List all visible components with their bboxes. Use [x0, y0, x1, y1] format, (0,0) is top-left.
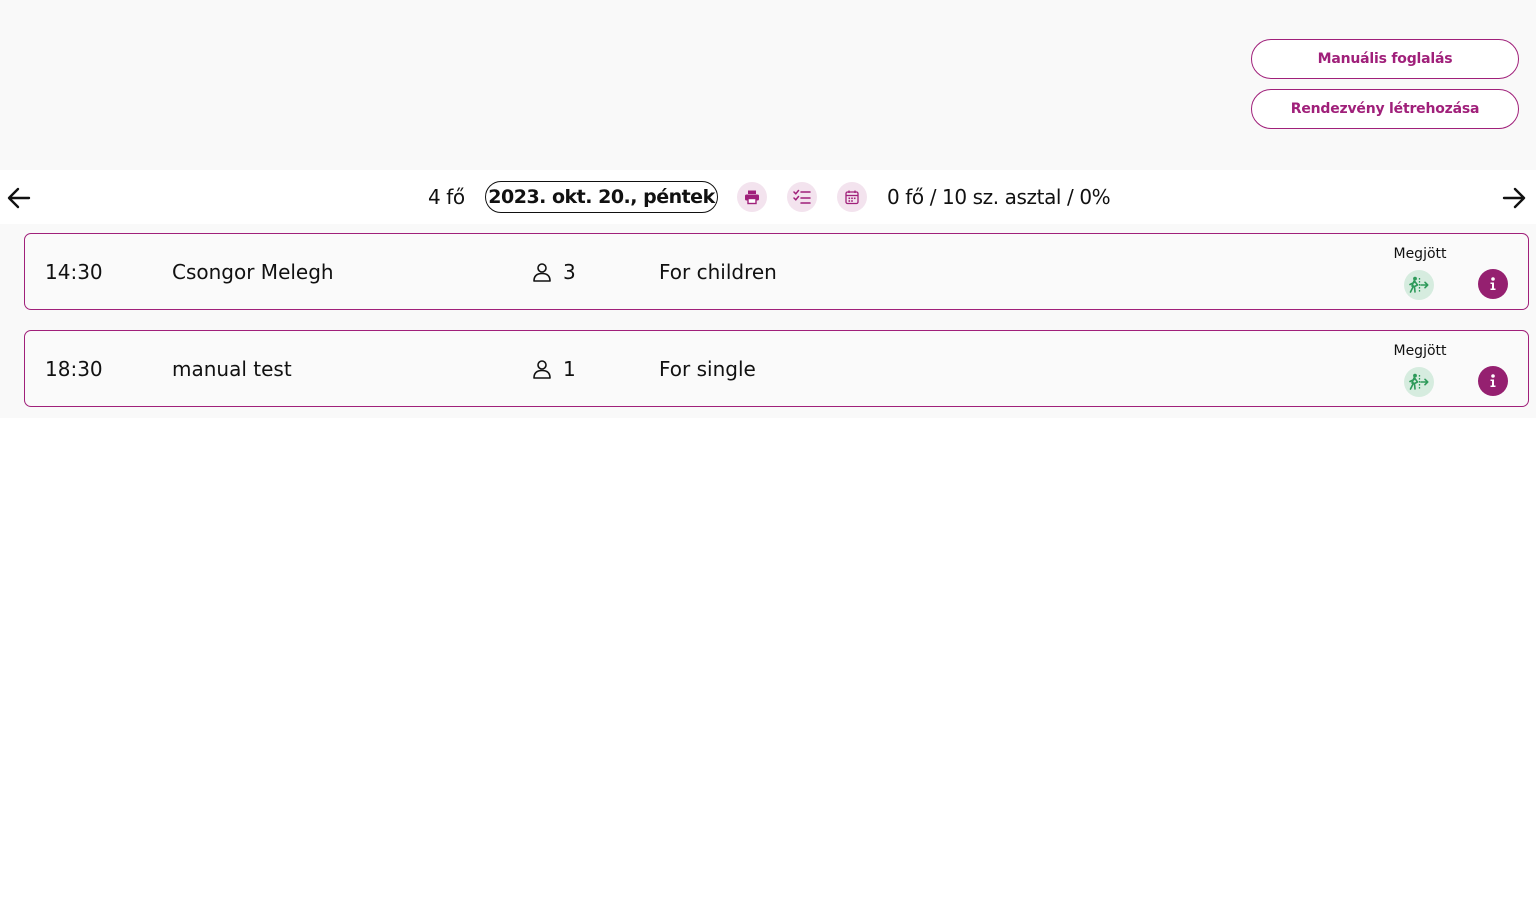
guest-count: 1 [563, 357, 576, 381]
person-icon [533, 360, 551, 379]
arrived-label: Megjött [1393, 343, 1447, 359]
create-event-button[interactable]: Rendezvény létrehozása [1251, 89, 1519, 129]
reservation-note: For single [659, 357, 756, 381]
mark-arrived-button[interactable] [1404, 270, 1434, 300]
arrow-left-icon[interactable] [6, 185, 32, 211]
person-arrived-icon [1409, 276, 1429, 293]
arrived-label: Megjött [1393, 246, 1447, 262]
print-icon [745, 190, 759, 205]
print-button[interactable] [737, 182, 767, 212]
manual-booking-button[interactable]: Manuális foglalás [1251, 39, 1519, 79]
reservation-info-button[interactable] [1478, 366, 1508, 396]
reservation-time: 14:30 [45, 260, 103, 284]
person-arrived-icon [1409, 373, 1429, 390]
guest-count: 3 [563, 260, 576, 284]
reservation-note: For children [659, 260, 777, 284]
arrow-right-icon[interactable] [1501, 185, 1527, 211]
guest-name: manual test [172, 357, 292, 381]
reservation-info-button[interactable] [1478, 269, 1508, 299]
date-picker-button[interactable]: 2023. okt. 20., péntek [485, 181, 718, 213]
mark-arrived-button[interactable] [1404, 367, 1434, 397]
total-guests: 4 fő [428, 185, 465, 209]
person-icon [533, 263, 551, 282]
capacity-summary: 0 fő / 10 sz. asztal / 0% [887, 185, 1111, 209]
reservation-card[interactable]: 18:30 manual test 1 For single Megjött [24, 330, 1529, 407]
reservation-list: 14:30 Csongor Melegh 3 For children Megj… [0, 224, 1536, 418]
info-icon [1490, 277, 1496, 290]
calendar-icon [845, 190, 859, 205]
info-icon [1490, 374, 1496, 387]
reservation-time: 18:30 [45, 357, 103, 381]
calendar-button[interactable] [837, 182, 867, 212]
reservation-card[interactable]: 14:30 Csongor Melegh 3 For children Megj… [24, 233, 1529, 310]
checklist-icon [793, 189, 811, 204]
guest-name: Csongor Melegh [172, 260, 334, 284]
checklist-button[interactable] [787, 182, 817, 212]
top-action-panel: Manuális foglalás Rendezvény létrehozása [0, 0, 1536, 170]
date-navigation-bar: 4 fő 2023. okt. 20., péntek 0 fő / 10 sz… [0, 170, 1536, 224]
